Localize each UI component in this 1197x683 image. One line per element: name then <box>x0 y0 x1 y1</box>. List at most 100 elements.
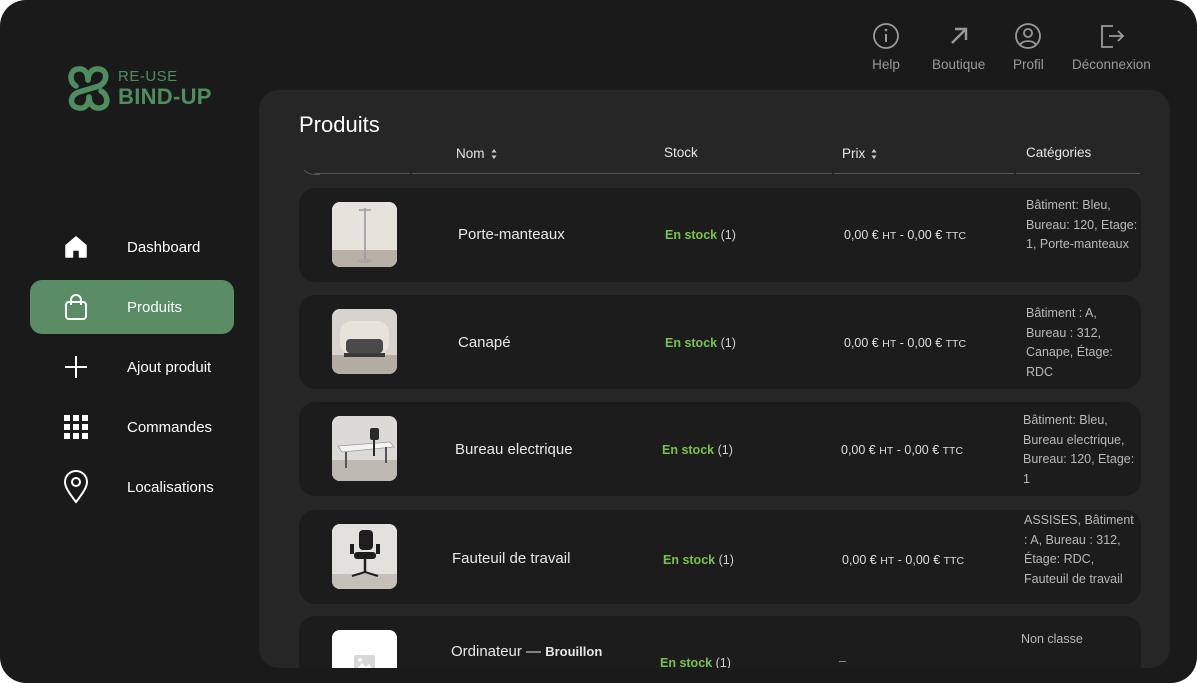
sidebar-item-ajout-produit[interactable]: Ajout produit <box>30 340 234 394</box>
price-ttc-unit: TTC <box>943 555 965 567</box>
logo-mark-icon <box>68 66 110 111</box>
profil-button[interactable]: Profil <box>1013 22 1044 72</box>
price-ht: 0,00 € <box>841 443 876 457</box>
column-header-label: Catégories <box>1026 145 1092 160</box>
price-ht-unit: HT <box>879 445 894 457</box>
categories: ASSISES, Bâtiment : A, Bureau : 312, Éta… <box>1024 513 1134 586</box>
table-row[interactable]: Bureau electrique En stock (1) 0,00 € HT… <box>299 402 1141 496</box>
user-circle-icon <box>1015 23 1042 49</box>
stock-count: (1) <box>720 228 736 242</box>
sidebar-item-label: Ajout produit <box>127 358 212 376</box>
price-separator: - <box>899 228 904 242</box>
app-window: RE-USE BIND-UP Dashboard Produits Ajout … <box>0 0 1197 683</box>
price-ht-unit: HT <box>882 230 897 242</box>
categories: Bâtiment : A, Bureau : 312, Canape, Étag… <box>1026 306 1113 379</box>
price-ht: 0,00 € <box>844 228 879 242</box>
shopping-bag-icon <box>62 293 90 321</box>
price-ttc-unit: TTC <box>945 338 967 350</box>
desk-photo <box>332 416 397 481</box>
product-name-text: Ordinateur <box>451 643 522 660</box>
price-separator: - <box>897 553 902 567</box>
sidebar-item-localisations[interactable]: Localisations <box>30 460 234 514</box>
price-ttc: 0,00 € <box>907 336 943 350</box>
price-ttc: 0,00 € <box>907 228 943 242</box>
deconnexion-label: Déconnexion <box>1072 57 1151 72</box>
products-panel: Produits Nom Stock Prix Catégories Porte… <box>259 90 1170 668</box>
price-ht-unit: HT <box>882 338 897 350</box>
stock-count: (1) <box>717 443 733 457</box>
help-button[interactable]: Help <box>872 22 900 72</box>
sofa-photo <box>332 309 397 374</box>
stock-status: En stock (1) <box>665 228 736 242</box>
price-ht: 0,00 € <box>844 336 879 350</box>
table-row[interactable]: Canapé En stock (1) 0,00 € HT - 0,00 € T… <box>299 295 1141 389</box>
price-ttc-unit: TTC <box>945 230 967 242</box>
price-separator: - <box>899 336 904 350</box>
sidebar-item-commandes[interactable]: Commandes <box>30 400 234 454</box>
info-icon <box>873 23 899 49</box>
table-row[interactable]: Fauteuil de travail En stock (1) 0,00 € … <box>299 510 1141 604</box>
product-name[interactable]: Porte-manteaux <box>458 226 565 243</box>
price-ttc: 0,00 € <box>905 553 941 567</box>
price-separator: - <box>896 443 901 457</box>
deconnexion-button[interactable]: Déconnexion <box>1072 22 1151 72</box>
sidebar-item-label: Localisations <box>127 478 214 496</box>
draft-badge: Brouillon <box>545 644 603 659</box>
price-ttc: 0,00 € <box>904 443 940 457</box>
column-header-label: Stock <box>664 145 698 160</box>
price: 0,00 € HT - 0,00 € TTC <box>841 443 963 457</box>
stock-label: En stock <box>663 553 716 567</box>
stock-label: En stock <box>660 656 713 668</box>
sidebar-item-produits[interactable]: Produits <box>30 280 234 334</box>
product-name[interactable]: Bureau electrique <box>455 441 573 458</box>
sidebar-item-label: Produits <box>127 298 183 316</box>
price-ht-unit: HT <box>880 555 895 567</box>
table-row[interactable]: Ordinateur — Brouillon En stock (1) – No… <box>299 616 1141 668</box>
help-label: Help <box>872 57 900 72</box>
home-icon <box>62 233 90 261</box>
plus-icon <box>62 353 90 381</box>
price-ttc-unit: TTC <box>942 445 964 457</box>
map-pin-icon <box>62 470 90 504</box>
column-header-stock: Stock <box>664 145 698 160</box>
sort-icon <box>871 148 877 159</box>
stock-label: En stock <box>665 336 718 350</box>
brand-logo[interactable]: RE-USE BIND-UP <box>66 64 212 112</box>
column-header-prix[interactable]: Prix <box>842 146 877 161</box>
categories: Bâtiment: Bleu, Bureau: 120, Etage: 1, P… <box>1026 198 1138 251</box>
price: 0,00 € HT - 0,00 € TTC <box>844 336 966 350</box>
draft-separator: — <box>526 643 542 660</box>
boutique-label: Boutique <box>932 57 986 72</box>
boutique-button[interactable]: Boutique <box>932 22 985 72</box>
column-header-label: Prix <box>842 146 866 161</box>
sidebar-item-label: Dashboard <box>127 238 201 256</box>
header-divider <box>412 173 832 174</box>
brand-wordmark: RE-USE BIND-UP <box>118 69 212 108</box>
logout-icon <box>1101 25 1125 48</box>
header-divider <box>315 173 410 174</box>
stock-status: En stock (1) <box>663 553 734 567</box>
product-name[interactable]: Ordinateur — Brouillon <box>451 643 602 660</box>
image-placeholder-icon <box>332 630 397 668</box>
stock-label: En stock <box>662 443 715 457</box>
office-chair-photo <box>332 524 397 589</box>
coat-rack-photo <box>332 202 397 267</box>
page-title: Produits <box>299 112 380 137</box>
grid-icon <box>62 413 90 441</box>
product-name[interactable]: Fauteuil de travail <box>452 550 570 567</box>
sidebar-item-dashboard[interactable]: Dashboard <box>30 220 234 274</box>
column-header-nom[interactable]: Nom <box>456 146 497 161</box>
column-header-label: Nom <box>456 146 485 161</box>
brand-line1: RE-USE <box>118 67 178 85</box>
profil-label: Profil <box>1013 57 1044 72</box>
stock-count: (1) <box>715 656 731 668</box>
table-row[interactable]: Porte-manteaux En stock (1) 0,00 € HT - … <box>299 188 1141 282</box>
stock-status: En stock (1) <box>660 656 731 668</box>
categories: Non classe <box>1021 632 1083 646</box>
header-divider <box>834 173 1014 174</box>
stock-count: (1) <box>720 336 736 350</box>
stock-label: En stock <box>665 228 718 242</box>
stock-count: (1) <box>718 553 734 567</box>
stock-status: En stock (1) <box>662 443 733 457</box>
product-name[interactable]: Canapé <box>458 334 511 351</box>
